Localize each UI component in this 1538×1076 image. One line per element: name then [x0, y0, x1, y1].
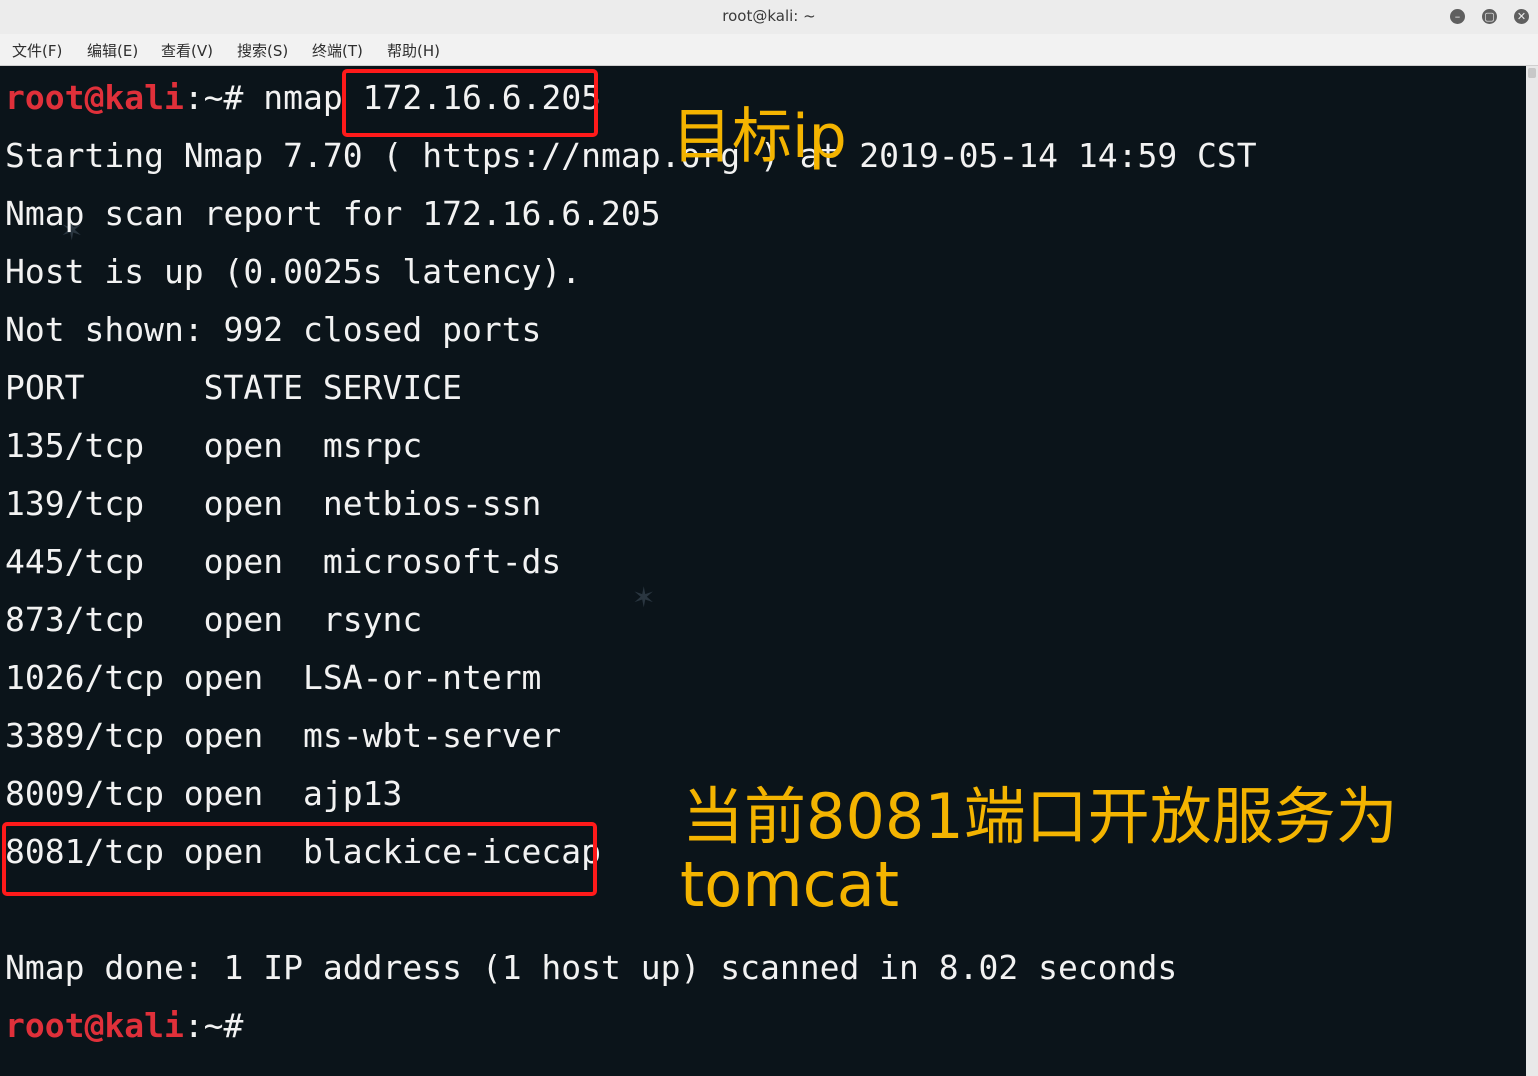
port-row: 8009/tcp open ajp13 [5, 774, 403, 813]
port-row: 3389/tcp open ms-wbt-server [5, 716, 562, 755]
output-line: Host is up (0.0025s latency). [5, 252, 582, 291]
port-row: 139/tcp open netbios-ssn [5, 484, 542, 523]
prompt-suffix: :~# [183, 1006, 244, 1045]
port-row: 135/tcp open msrpc [5, 426, 423, 465]
port-row: 445/tcp open microsoft-ds [5, 542, 562, 581]
port-row: 1026/tcp open LSA-or-nterm [5, 658, 542, 697]
menu-help[interactable]: 帮助(H) [387, 40, 440, 61]
menu-search[interactable]: 搜索(S) [237, 40, 288, 61]
menu-file[interactable]: 文件(F) [12, 40, 62, 61]
maximize-icon[interactable]: ▢ [1482, 9, 1497, 24]
terminal-output[interactable]: ✶ ✶ root@kali:~# nmap 172.16.6.205 Start… [0, 66, 1526, 1076]
scrollbar[interactable] [1526, 66, 1538, 1076]
service-annotation-line2: tomcat [680, 848, 900, 921]
output-line: Starting Nmap 7.70 ( https://nmap.org ) … [5, 136, 1257, 175]
scan-summary: Nmap done: 1 IP address (1 host up) scan… [5, 948, 1178, 987]
background-star-icon: ✶ [632, 581, 656, 614]
menu-view[interactable]: 查看(V) [161, 40, 213, 61]
output-line: Nmap scan report for 172.16.6.205 [5, 194, 661, 233]
title-bar: root@kali: ~ – ▢ ✕ [0, 0, 1538, 35]
close-icon[interactable]: ✕ [1514, 9, 1529, 24]
output-line: Not shown: 992 closed ports [5, 310, 542, 349]
prompt-user: root@kali [5, 78, 184, 117]
target-ip-annotation: 目标ip [672, 102, 847, 172]
port-row: 873/tcp open rsync [5, 600, 423, 639]
menu-edit[interactable]: 编辑(E) [87, 40, 138, 61]
prompt-line: root@kali:~# [5, 1006, 243, 1046]
target-ip-highlight-box [342, 69, 598, 137]
prompt-suffix: :~# [183, 78, 244, 117]
window-title: root@kali: ~ [722, 7, 816, 25]
prompt-user: root@kali [5, 1006, 184, 1045]
menu-terminal[interactable]: 终端(T) [312, 40, 363, 61]
port-table-header: PORT STATE SERVICE [5, 368, 462, 407]
service-annotation-line1: 当前8081端口开放服务为 [682, 780, 1398, 853]
minimize-icon[interactable]: – [1450, 9, 1465, 24]
port-8081-highlight-box [2, 822, 597, 896]
menu-bar: 文件(F) 编辑(E) 查看(V) 搜索(S) 终端(T) 帮助(H) [0, 34, 1538, 66]
scrollbar-thumb[interactable] [1528, 68, 1536, 78]
